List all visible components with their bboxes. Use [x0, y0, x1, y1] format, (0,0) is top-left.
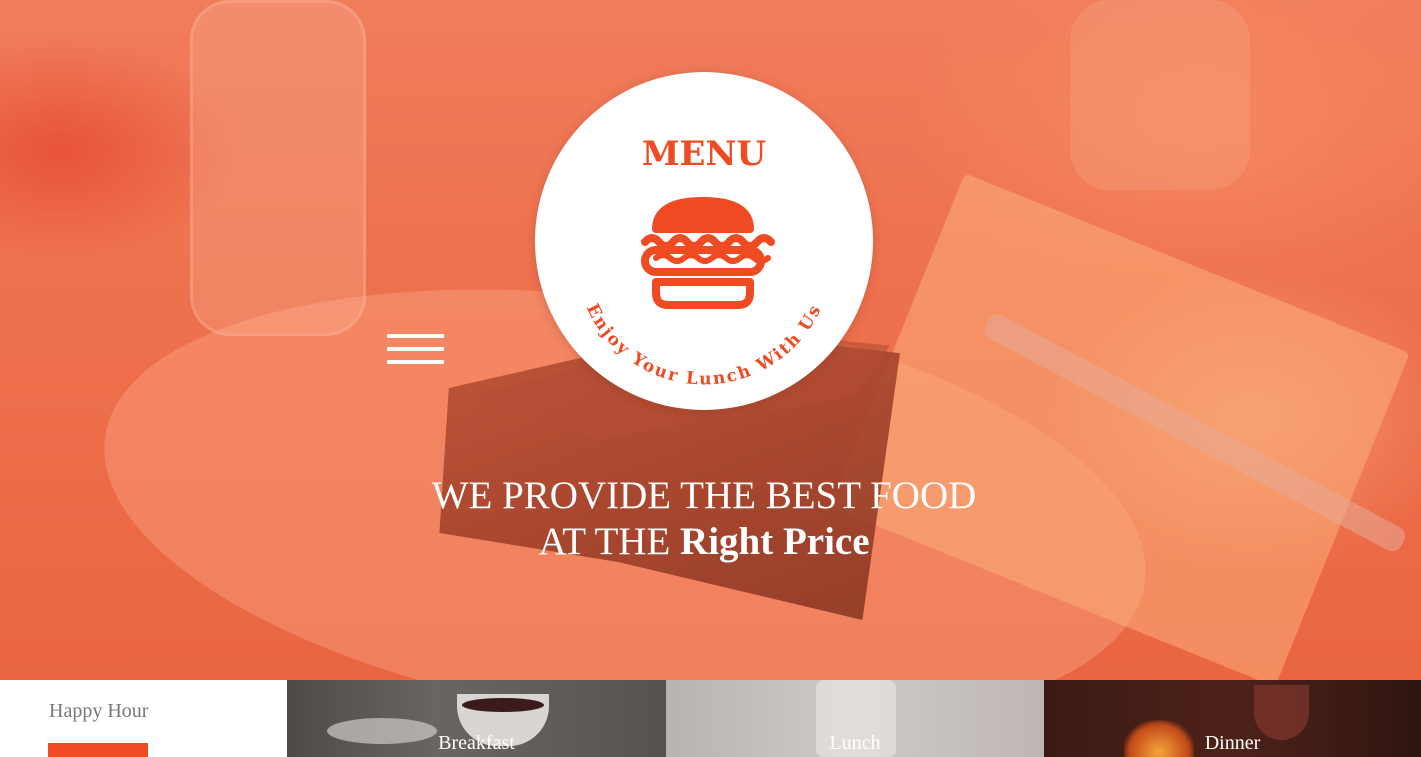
tile-dinner[interactable]: Dinner — [1044, 680, 1421, 757]
tile-label: Lunch — [829, 732, 881, 754]
menu-logo-graphic: MENU Enjoy Your Lunch With Us — [582, 134, 826, 390]
tile-label: Dinner — [1204, 732, 1261, 754]
logo-title: MENU — [642, 134, 766, 174]
hamburger-line — [387, 334, 444, 338]
headline-line-1: WE PROVIDE THE BEST FOOD — [431, 474, 977, 517]
menu-logo[interactable]: MENU Enjoy Your Lunch With Us — [535, 72, 873, 410]
happy-hour-accent-bar — [48, 743, 148, 757]
hero-headline: WE PROVIDE THE BEST FOOD AT THE Right Pr… — [300, 473, 1108, 565]
tile-label: Breakfast — [438, 732, 515, 754]
hamburger-menu-icon[interactable] — [387, 334, 444, 366]
tile-lunch[interactable]: Lunch — [666, 680, 1044, 757]
logo-tagline-text: Enjoy Your Lunch With Us — [582, 301, 824, 390]
happy-hour-title: Happy Hour — [49, 700, 149, 722]
coffee-image — [462, 698, 544, 712]
headline-line-2: AT THE Right Price — [300, 519, 1108, 565]
burger-icon — [641, 197, 775, 309]
headline-prefix: AT THE — [538, 520, 681, 563]
happy-hour-panel[interactable]: Happy Hour — [0, 680, 287, 757]
hero-section: MENU Enjoy Your Lunch With Us WE PROVIDE… — [0, 0, 1421, 680]
tile-breakfast[interactable]: Breakfast — [287, 680, 666, 757]
hamburger-line — [387, 360, 444, 364]
menu-category-strip: Happy Hour Breakfast Lunch Dinner — [0, 680, 1421, 757]
logo-tagline: Enjoy Your Lunch With Us — [582, 301, 826, 390]
hamburger-line — [387, 347, 444, 351]
headline-emphasis: Right Price — [680, 520, 870, 563]
